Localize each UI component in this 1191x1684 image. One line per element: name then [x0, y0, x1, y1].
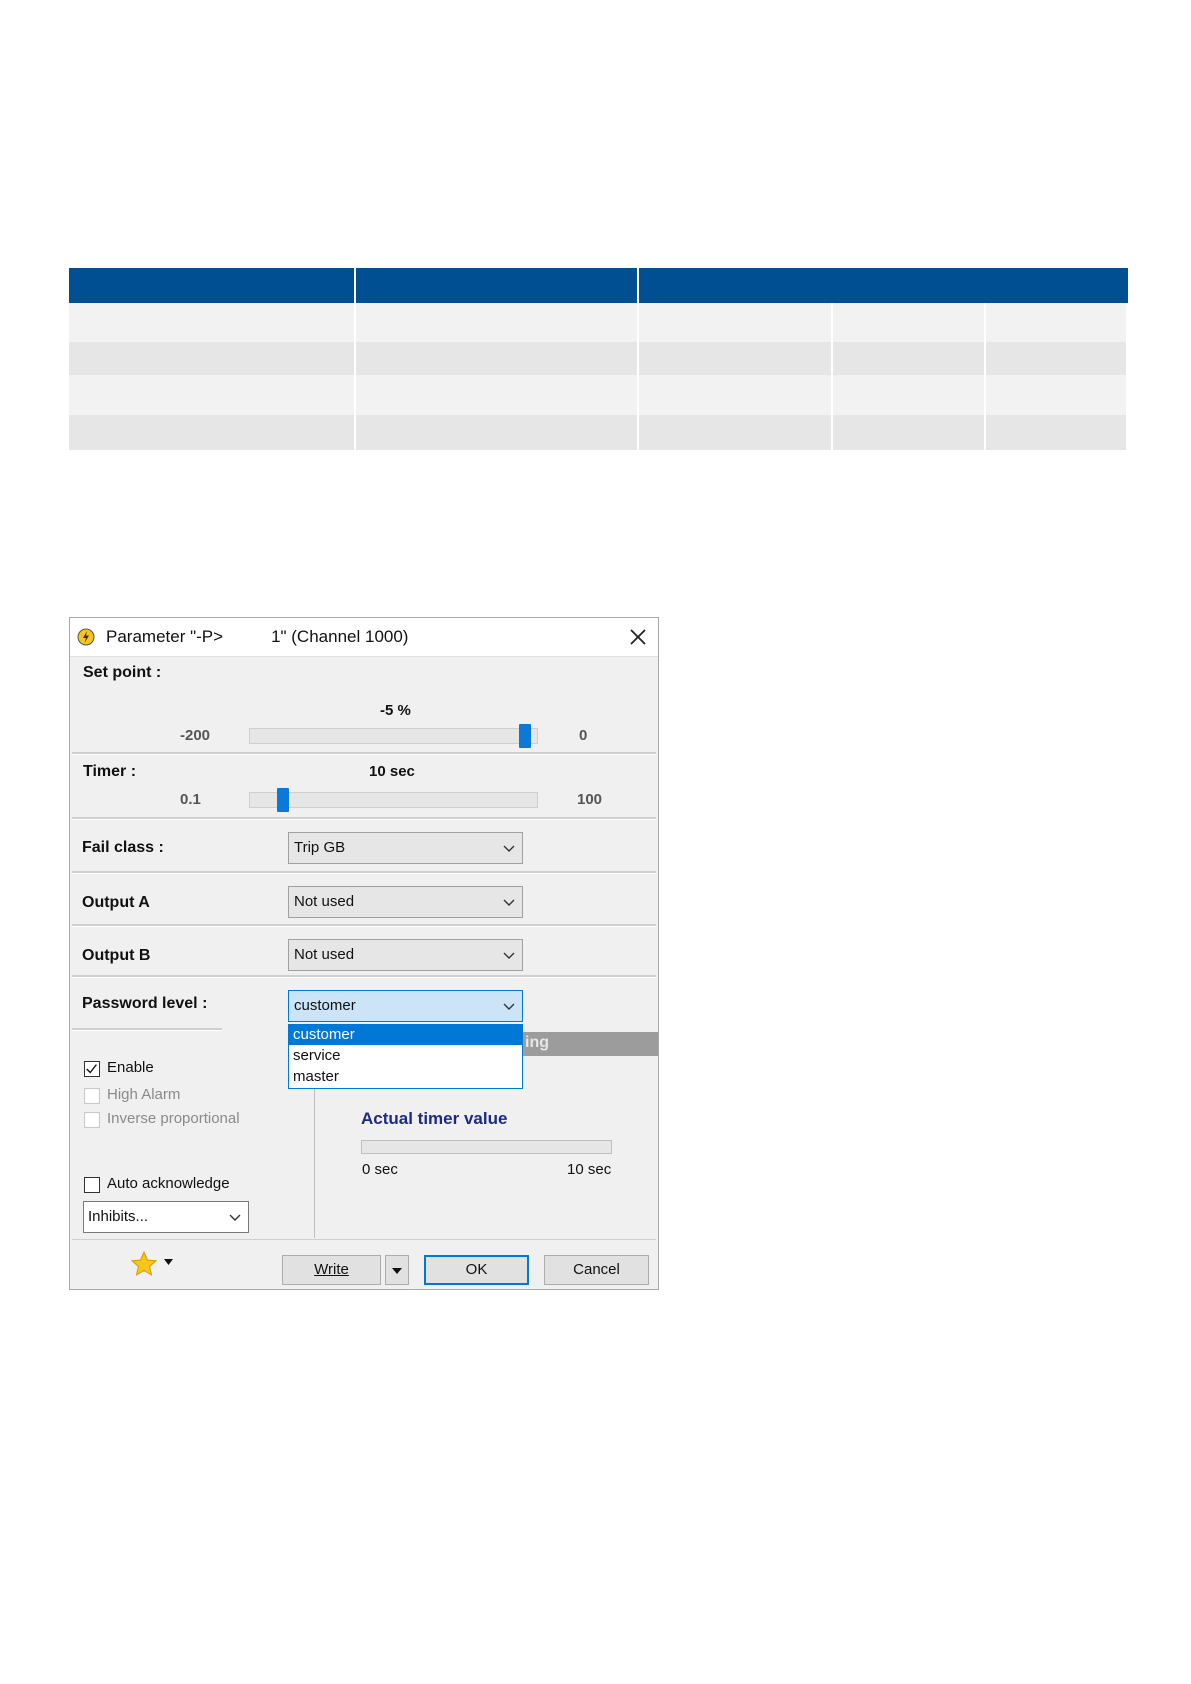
fail-class-label: Fail class :: [82, 839, 164, 856]
set-point-max: 0: [579, 727, 588, 744]
parameter-dialog: Parameter "-P> 1" (Channel 1000) Set poin…: [69, 617, 659, 1290]
ok-button[interactable]: OK: [424, 1255, 529, 1285]
divider: [72, 1028, 222, 1031]
document-table: [69, 268, 1128, 450]
divider: [72, 1239, 656, 1240]
auto-acknowledge-label: Auto acknowledge: [107, 1175, 230, 1192]
table-divider: [831, 303, 833, 450]
dialog-title: Parameter "-P> 1" (Channel 1000): [106, 627, 409, 646]
output-a-select[interactable]: Not used: [288, 886, 523, 918]
password-level-select[interactable]: customer: [288, 990, 523, 1022]
output-b-select[interactable]: Not used: [288, 939, 523, 971]
password-option-master[interactable]: master: [289, 1067, 522, 1087]
divider: [72, 817, 656, 820]
table-row: [69, 342, 1126, 375]
chevron-down-icon: [503, 1003, 515, 1010]
output-a-label: Output A: [82, 894, 150, 911]
inhibits-value: Inhibits...: [88, 1208, 149, 1225]
inverse-proportional-label: Inverse proportional: [107, 1110, 240, 1127]
enable-checkbox[interactable]: [84, 1061, 100, 1077]
chevron-down-icon: [229, 1214, 241, 1221]
set-point-label: Set point :: [83, 664, 162, 681]
timer-slider-thumb[interactable]: [276, 788, 289, 812]
fail-class-value: Trip GB: [294, 839, 346, 856]
set-point-slider-track[interactable]: [249, 728, 538, 744]
write-options-button[interactable]: [385, 1255, 409, 1285]
set-point-slider-thumb[interactable]: [519, 724, 532, 748]
password-level-label: Password level :: [82, 995, 208, 1012]
timer-max: 100: [577, 791, 603, 808]
password-level-dropdown[interactable]: customer service master: [288, 1024, 523, 1089]
table-header-cell-1: [69, 268, 354, 303]
title-bar[interactable]: Parameter "-P> 1" (Channel 1000): [70, 618, 658, 657]
actual-timer-min: 0 sec: [362, 1161, 398, 1178]
output-a-value: Not used: [294, 893, 355, 910]
auto-acknowledge-checkbox[interactable]: [84, 1177, 100, 1193]
chevron-down-icon: [503, 899, 515, 906]
inhibits-select[interactable]: Inhibits...: [83, 1201, 249, 1233]
password-level-value: customer: [294, 997, 356, 1014]
divider: [72, 752, 656, 755]
write-button[interactable]: Write: [282, 1255, 381, 1285]
cancel-button[interactable]: Cancel: [544, 1255, 649, 1285]
divider: [72, 871, 656, 874]
table-divider: [637, 303, 639, 450]
actual-timer-progress: [361, 1140, 612, 1154]
high-alarm-checkbox[interactable]: [84, 1088, 100, 1104]
chevron-down-icon: [503, 952, 515, 959]
chevron-down-icon: [503, 845, 515, 852]
enable-label: Enable: [107, 1059, 154, 1076]
timer-section-header-text: ing: [525, 1034, 549, 1051]
table-divider: [354, 303, 356, 450]
output-b-value: Not used: [294, 946, 355, 963]
password-option-customer[interactable]: customer: [289, 1025, 522, 1045]
table-header-cell-2: [356, 268, 637, 303]
timer-min: 0.1: [180, 791, 201, 808]
actual-timer-title: Actual timer value: [361, 1109, 508, 1128]
table-row: [69, 303, 1126, 342]
inverse-proportional-checkbox[interactable]: [84, 1112, 100, 1128]
fail-class-select[interactable]: Trip GB: [288, 832, 523, 864]
table-row: [69, 415, 1126, 450]
timer-value: 10 sec: [369, 763, 415, 780]
write-button-label: Write: [314, 1261, 349, 1278]
high-alarm-label: High Alarm: [107, 1086, 181, 1103]
password-option-service[interactable]: service: [289, 1046, 522, 1066]
table-header-cell-3: [639, 268, 1128, 303]
caret-down-icon[interactable]: [164, 1259, 173, 1265]
output-b-label: Output B: [82, 947, 151, 964]
close-icon[interactable]: [626, 625, 650, 649]
divider: [72, 924, 656, 927]
set-point-min: -200: [180, 727, 211, 744]
timer-section-header: ing: [523, 1032, 658, 1056]
caret-down-icon: [392, 1268, 402, 1274]
table-row: [69, 375, 1126, 415]
set-point-value: -5 %: [380, 702, 411, 719]
check-icon: [86, 1064, 97, 1074]
favorite-star-icon[interactable]: [130, 1250, 158, 1278]
timer-slider-track[interactable]: [249, 792, 538, 808]
divider: [72, 975, 656, 978]
actual-timer-max: 10 sec: [567, 1161, 612, 1178]
timer-label: Timer :: [83, 763, 137, 780]
table-divider: [984, 303, 986, 450]
parameter-icon: [77, 628, 95, 646]
